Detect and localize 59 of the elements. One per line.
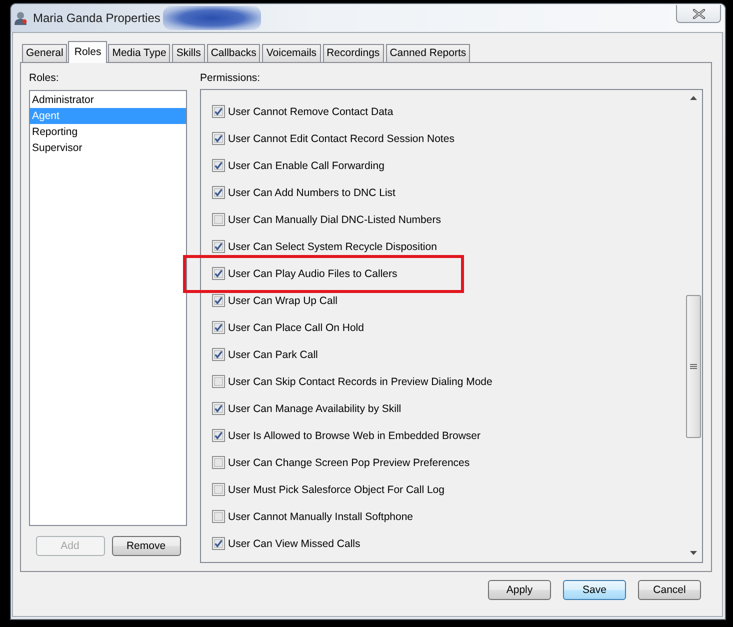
checkbox[interactable] — [212, 321, 225, 334]
role-item[interactable]: Reporting — [30, 124, 186, 140]
person-icon — [14, 11, 27, 25]
checkbox[interactable] — [212, 213, 225, 226]
checkbox[interactable] — [212, 537, 225, 550]
permission-label: User Cannot Edit Contact Record Session Notes — [228, 132, 454, 144]
close-icon — [692, 8, 704, 18]
scroll-down-icon[interactable] — [690, 551, 697, 555]
checkbox[interactable] — [212, 510, 225, 523]
dialog-button[interactable]: Cancel — [638, 580, 701, 600]
checkbox[interactable] — [212, 240, 225, 253]
checkbox[interactable] — [212, 105, 225, 118]
tab[interactable]: Voicemails — [262, 44, 321, 62]
checkbox[interactable] — [212, 294, 225, 307]
permission-label: User Can Wrap Up Call — [228, 294, 338, 306]
dialog-button[interactable]: Save — [563, 580, 626, 600]
permission-label: User Can Change Screen Pop Preview Preferences — [228, 456, 470, 468]
grip-icon — [690, 364, 697, 369]
permission-label: User Can Enable Call Forwarding — [228, 160, 384, 172]
roles-label: Roles: — [29, 71, 59, 85]
permission-label: User Can Manually Dial DNC-Listed Numbers — [228, 214, 441, 226]
dialog-button[interactable]: Apply — [488, 580, 551, 600]
close-button[interactable] — [676, 5, 721, 23]
permission-label: User Cannot Remove Contact Data — [228, 106, 394, 118]
role-item[interactable]: Administrator — [30, 92, 186, 108]
tab[interactable]: Roles — [68, 41, 108, 63]
role-button[interactable]: Remove — [112, 536, 180, 556]
permission-label: User Can Play Audio Files to Callers — [228, 268, 398, 280]
permission-label: User Can Select System Recycle Disposition — [228, 240, 437, 252]
scrollbar-thumb[interactable] — [686, 295, 701, 438]
permission-label: User Can Manage Availability by Skill — [228, 402, 402, 414]
checkbox[interactable] — [212, 429, 225, 442]
checkbox[interactable] — [212, 267, 225, 280]
checkbox[interactable] — [212, 159, 225, 172]
checkbox[interactable] — [212, 402, 225, 415]
permission-label: User Can Park Call — [228, 348, 318, 360]
checkbox[interactable] — [212, 375, 225, 388]
checkbox[interactable] — [212, 456, 225, 469]
permissions-label: Permissions: — [200, 71, 260, 85]
permission-label: User Is Allowed to Browse Web in Embedded Browser — [228, 430, 481, 442]
scroll-up-icon[interactable] — [690, 96, 697, 100]
role-item[interactable]: Supervisor — [30, 140, 186, 156]
permission-label: User Can View Missed Calls — [228, 538, 360, 550]
tab[interactable]: Canned Reports — [386, 44, 470, 62]
permission-label: User Can Place Call On Hold — [228, 322, 364, 334]
tab[interactable]: Skills — [172, 44, 205, 62]
checkbox[interactable] — [212, 186, 225, 199]
checkbox[interactable] — [212, 132, 225, 145]
checkbox[interactable] — [212, 483, 225, 496]
permission-label: User Can Skip Contact Records in Preview Dialing Mode — [228, 376, 492, 388]
tab[interactable]: General — [22, 44, 68, 62]
permission-label: User Cannot Manually Install Softphone — [228, 510, 414, 522]
permission-label: User Can Add Numbers to DNC List — [228, 186, 396, 198]
checkbox[interactable] — [212, 348, 225, 361]
tab[interactable]: Media Type — [108, 44, 170, 62]
permission-label: User Must Pick Salesforce Object For Call Log — [228, 484, 444, 496]
tab[interactable]: Callbacks — [206, 44, 260, 62]
tab[interactable]: Recordings — [322, 44, 384, 62]
window-title: Maria Ganda Properties — [33, 11, 160, 25]
